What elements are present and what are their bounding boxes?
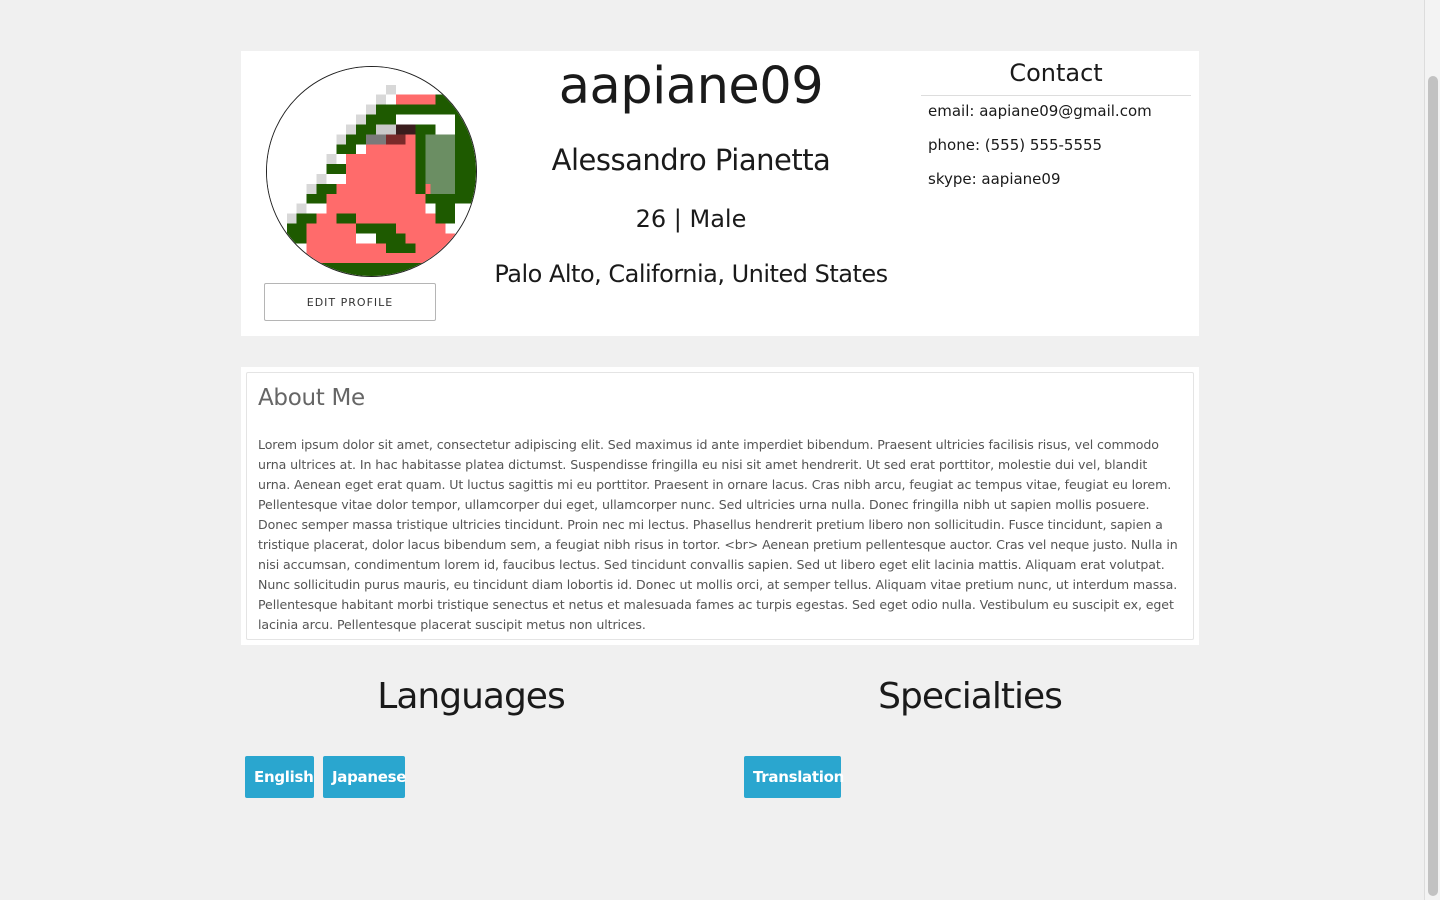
age-sex: 26 | Male — [635, 205, 747, 233]
specialties-title: Specialties — [878, 676, 1063, 717]
scrollbar-thumb[interactable] — [1428, 76, 1438, 896]
profile-card: EDIT PROFILE aapiane09 Alessandro Pianet… — [241, 51, 1199, 336]
contact-skype: skype: aapiane09 — [928, 170, 1061, 188]
edit-profile-button[interactable]: EDIT PROFILE — [264, 283, 436, 321]
contact-phone: phone: (555) 555-5555 — [928, 136, 1103, 154]
about-text: Lorem ipsum dolor sit amet, consectetur … — [258, 437, 1178, 632]
username-heading: aapiane09 — [558, 57, 824, 116]
languages-title: Languages — [377, 676, 565, 717]
avatar — [266, 66, 477, 277]
contact-email: email: aapiane09@gmail.com — [928, 102, 1152, 120]
about-title: About Me — [258, 385, 365, 411]
pixel-bird-avatar-icon — [267, 67, 476, 276]
language-tag-english[interactable]: English — [245, 756, 314, 798]
full-name: Alessandro Pianetta — [551, 143, 831, 177]
specialty-tag-translation[interactable]: Translation — [744, 756, 844, 798]
about-panel: About Me Lorem ipsum dolor sit amet, con… — [246, 372, 1194, 640]
page-scrollbar[interactable] — [1424, 0, 1440, 900]
contact-title: Contact — [921, 59, 1191, 96]
location: Palo Alto, California, United States — [494, 260, 888, 288]
about-section: About Me Lorem ipsum dolor sit amet, con… — [241, 367, 1199, 645]
language-tag-japanese[interactable]: Japanese — [323, 756, 406, 798]
